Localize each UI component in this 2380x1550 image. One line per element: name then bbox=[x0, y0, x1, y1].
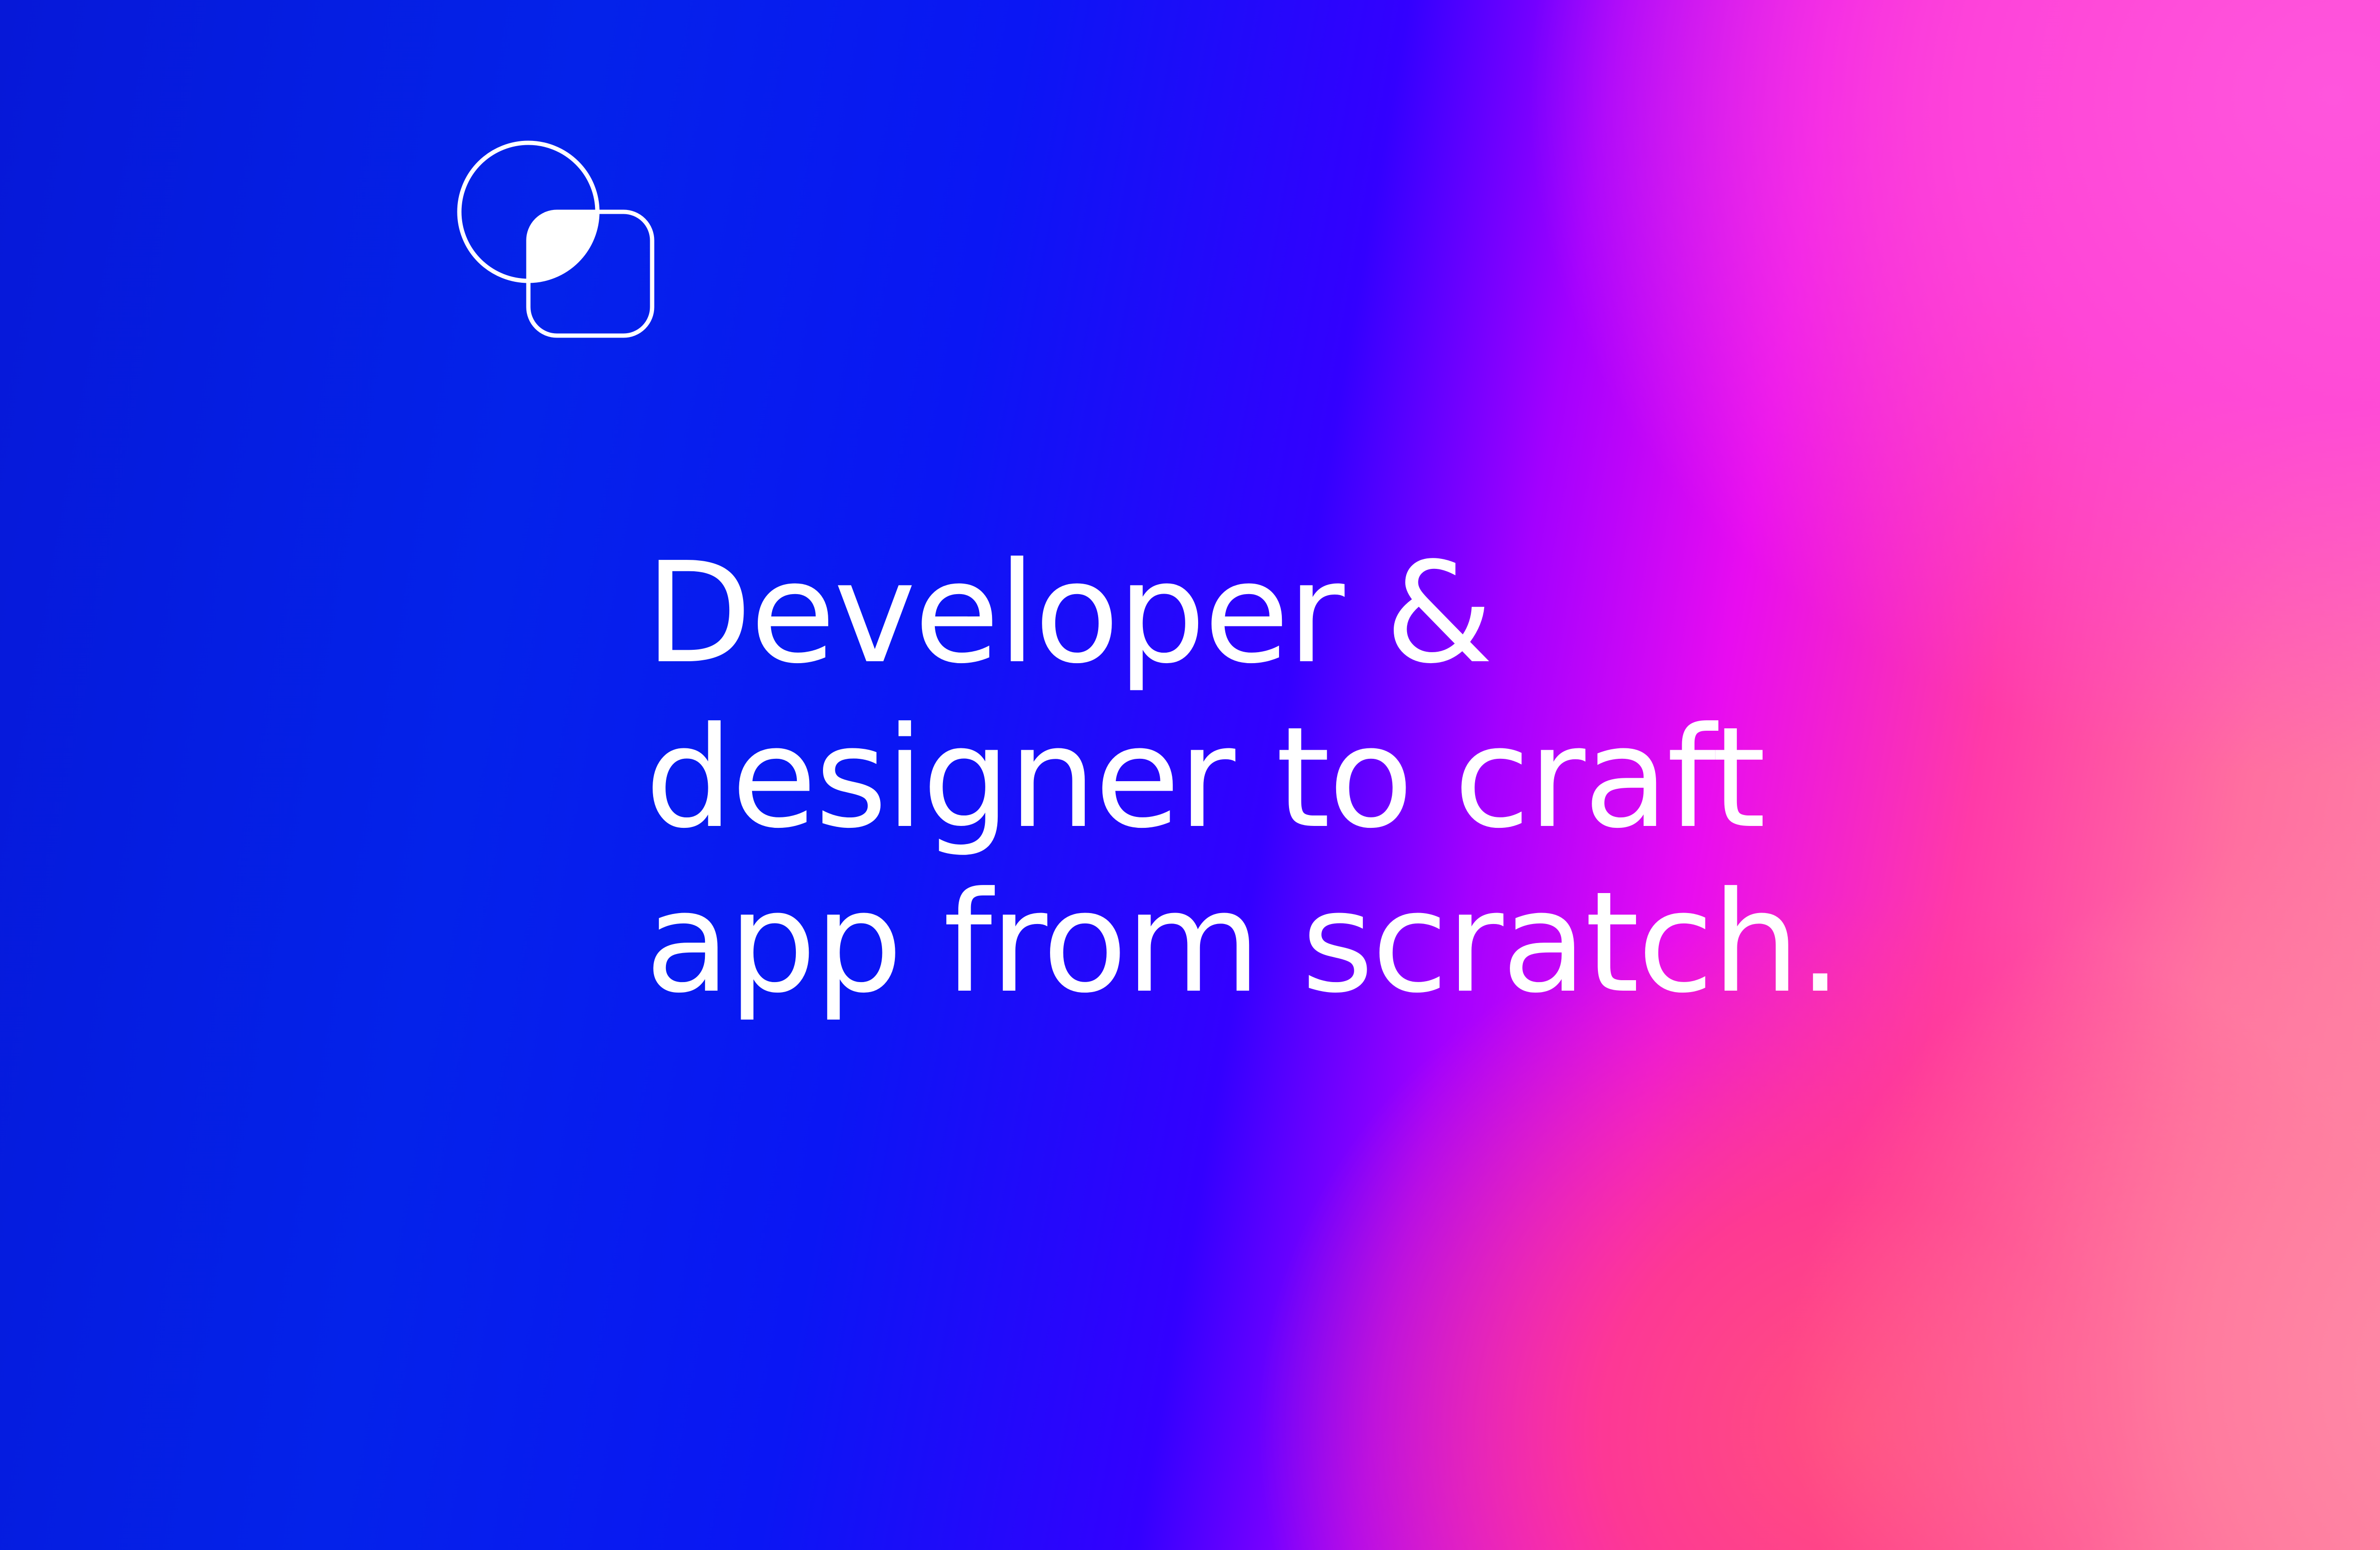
headline: Developer & designer to craft app from s… bbox=[645, 531, 2073, 1025]
headline-line-2: designer to craft bbox=[645, 697, 1766, 859]
headline-line-1: Developer & bbox=[645, 532, 1493, 694]
headline-line-3: app from scratch. bbox=[645, 862, 1842, 1023]
page: { "logo": { "icon": "circle-and-rounded-… bbox=[0, 0, 2380, 1550]
brand-logo-icon bbox=[455, 138, 659, 343]
